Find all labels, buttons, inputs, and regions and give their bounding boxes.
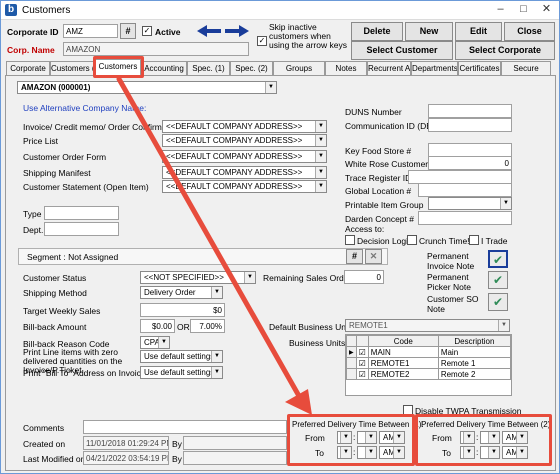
customers-window: b Customers – □ ✕ Corporate ID AMZ # ✓ A…: [0, 0, 560, 474]
annotation-arrow: [116, 76, 312, 415]
